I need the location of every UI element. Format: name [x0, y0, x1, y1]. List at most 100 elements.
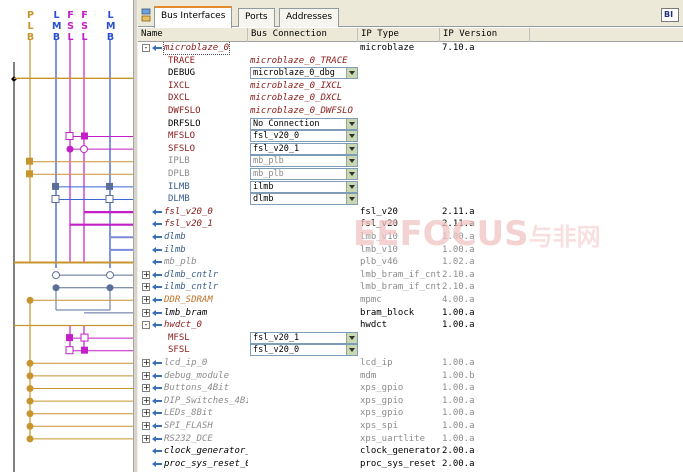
name-cell: fsl_v20_1 [138, 218, 248, 231]
table-row-interface[interactable]: SFSL fsl_v20_0 [138, 344, 683, 357]
ip-version-cell: 1.00.a [442, 421, 475, 431]
bus-connection-dropdown[interactable]: mb_plb [250, 155, 358, 168]
table-row-instance[interactable]: + dlmb_cntlr lmb_bram_if_cntlr2.10.a [138, 269, 683, 282]
table-row-interface[interactable]: DPLB mb_plb [138, 168, 683, 181]
collapse-icon[interactable]: - [142, 321, 150, 330]
instance-name: proc_sys_reset_0 [164, 458, 248, 469]
dropdown-arrow-icon[interactable] [346, 332, 357, 343]
bus-connection-cell [248, 458, 358, 471]
tab-bar: Bus Interfaces Ports Addresses BI [138, 0, 683, 28]
column-header-name[interactable]: Name [138, 28, 248, 42]
table-row-interface[interactable]: DXCL microblaze_0_DXCL [138, 92, 683, 105]
tab-bus-interfaces[interactable]: Bus Interfaces [154, 6, 233, 28]
table-row-instance[interactable]: + RS232_DCE xps_uartlite 1.00.a [138, 433, 683, 446]
table-row-instance[interactable]: + lcd_ip_0 lcd_ip 1.00.a [138, 357, 683, 370]
dropdown-arrow-icon[interactable] [346, 169, 357, 179]
block-diagram-icon[interactable]: BI [661, 8, 679, 22]
bus-connection-dropdown[interactable]: microblaze_0_dbg [250, 67, 358, 80]
table-row-instance[interactable]: ilmb lmb_v10 1.00.a [138, 244, 683, 257]
table-row-instance[interactable]: + debug_module mdm 1.00.b [138, 370, 683, 383]
bus-connection-dropdown[interactable]: fsl_v20_0 [250, 344, 358, 357]
bus-connection-dropdown[interactable]: fsl_v20_1 [250, 142, 358, 155]
tab-addresses[interactable]: Addresses [279, 8, 340, 27]
table-row-instance[interactable]: + DIP_Switches_4Bit xps_gpio 1.00.a [138, 395, 683, 408]
interface-name: IPLB [168, 156, 190, 167]
table-row-instance[interactable]: + ilmb_cntlr lmb_bram_if_cntlr2.10.a [138, 281, 683, 294]
expand-icon[interactable]: + [142, 308, 150, 317]
table-row-interface[interactable]: MFSLO fsl_v20_0 [138, 130, 683, 143]
column-header-ip-version[interactable]: IP Version [440, 28, 530, 42]
table-row-interface[interactable]: IXCL microblaze_0_IXCL [138, 80, 683, 93]
table-row-instance[interactable]: fsl_v20_0 fsl_v20 2.11.a [138, 206, 683, 219]
expand-icon[interactable]: + [142, 409, 150, 418]
name-cell: + ilmb_cntlr [138, 281, 248, 294]
table-row-interface[interactable]: SFSLO fsl_v20_1 [138, 142, 683, 156]
instance-name: dlmb [164, 232, 186, 242]
expand-icon[interactable]: + [142, 434, 150, 443]
table-row-instance[interactable]: proc_sys_reset_0 proc_sys_reset 2.00.a [138, 458, 683, 471]
expand-icon[interactable]: + [142, 270, 150, 279]
filter-icon[interactable] [141, 8, 151, 22]
bus-connection-dropdown[interactable]: dlmb [250, 193, 358, 206]
name-cell: ILMB [138, 181, 248, 194]
expand-icon[interactable]: + [142, 384, 150, 393]
bus-connection-cell: fsl_v20_0 [248, 344, 358, 357]
tab-ports[interactable]: Ports [238, 8, 275, 27]
expand-icon[interactable]: + [142, 422, 150, 430]
dropdown-arrow-icon[interactable] [346, 68, 357, 79]
bus-connection-dropdown[interactable]: ilmb [250, 180, 358, 193]
expand-icon[interactable]: + [142, 396, 150, 405]
table-row-interface[interactable]: TRACE microblaze_0_TRACE [138, 55, 683, 68]
column-header-ip-type[interactable]: IP Type [358, 28, 440, 42]
table-row-interface[interactable]: DWFSLO microblaze_0_DWFSLO [138, 105, 683, 118]
table-row-instance[interactable]: + SPI_FLASH xps_spi 1.00.a [138, 420, 683, 433]
table-row-instance[interactable]: + lmb_bram bram_block 1.00.a [138, 307, 683, 320]
table-row-instance[interactable]: - microblaze_0 microblaze 7.10.a [138, 42, 683, 55]
bus-interfaces-view: Bus Interfaces Ports Addresses BI Name B… [138, 0, 683, 472]
bus-connection-dropdown[interactable]: fsl_v20_0 [250, 130, 358, 143]
bus-connection-dropdown[interactable]: mb_plb [250, 168, 358, 180]
ip-instance-icon [152, 208, 162, 215]
dropdown-arrow-icon[interactable] [346, 194, 357, 205]
ip-version-cell: 1.00.a [442, 320, 475, 331]
expand-icon[interactable]: + [142, 371, 150, 380]
table-row-instance[interactable]: + LEDs_8Bit xps_gpio 1.00.a [138, 407, 683, 420]
instance-name: microblaze_0 [162, 42, 231, 55]
table-row-interface[interactable]: MFSL fsl_v20_1 [138, 331, 683, 345]
table-row-instance[interactable]: + Buttons_4Bit xps_gpio 1.00.a [138, 382, 683, 395]
table-row-instance[interactable]: dlmb lmb_v10 1.00.a [138, 231, 683, 244]
ip-instance-icon [152, 221, 162, 228]
expand-icon[interactable]: + [142, 296, 150, 304]
expand-icon[interactable]: + [142, 283, 150, 292]
dropdown-arrow-icon[interactable] [346, 131, 357, 142]
dropdown-arrow-icon[interactable] [346, 143, 357, 154]
interface-name: DEBUG [168, 68, 196, 79]
table-row-instance[interactable]: + DDR_SDRAM mpmc 4.00.a [138, 294, 683, 307]
bus-connection-dropdown[interactable]: fsl_v20_1 [250, 331, 358, 344]
ip-version-cell: 1.00.a [442, 244, 475, 255]
ip-instance-icon [152, 297, 162, 303]
table-row-instance[interactable]: - hwdct_0 hwdct 1.00.a [138, 319, 683, 332]
dropdown-arrow-icon[interactable] [346, 156, 357, 167]
dropdown-value: fsl_v20_0 [253, 131, 300, 142]
table-row-instance[interactable]: clock_generator_0 clock_generator 2.00.a [138, 445, 683, 458]
table-row-interface[interactable]: ILMB ilmb [138, 180, 683, 194]
interface-name: MFSLO [168, 131, 196, 142]
dropdown-arrow-icon[interactable] [346, 118, 357, 129]
table-row-instance[interactable]: mb_plb plb_v46 1.02.a [138, 256, 683, 269]
bus-connection-cell: fsl_v20_1 [248, 331, 358, 345]
collapse-icon[interactable]: - [142, 44, 150, 52]
table-row-instance[interactable]: fsl_v20_1 fsl_v20 2.11.a [138, 218, 683, 231]
bus-interface-table: - microblaze_0 microblaze 7.10.a TRACE microb… [138, 42, 683, 472]
bus-connection-dropdown[interactable]: No Connection [250, 117, 358, 130]
table-row-interface[interactable]: DLMB dlmb [138, 193, 683, 206]
bus-connection-cell [248, 370, 358, 383]
dropdown-arrow-icon[interactable] [346, 345, 357, 356]
table-row-interface[interactable]: DRFSLO No Connection [138, 117, 683, 131]
expand-icon[interactable]: + [142, 359, 150, 367]
ip-instance-icon [152, 246, 162, 253]
table-row-interface[interactable]: IPLB mb_plb [138, 155, 683, 168]
dropdown-arrow-icon[interactable] [346, 181, 357, 192]
table-row-interface[interactable]: DEBUG microblaze_0_dbg [138, 67, 683, 80]
column-header-bus-connection[interactable]: Bus Connection [248, 28, 358, 42]
